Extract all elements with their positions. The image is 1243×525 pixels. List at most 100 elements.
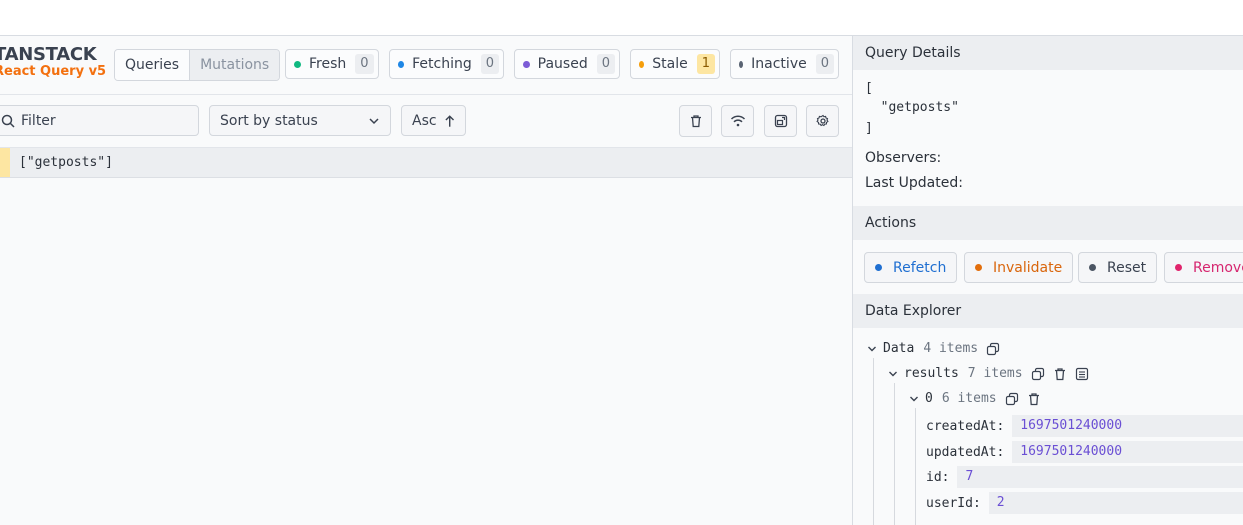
open-in-pip-button[interactable]	[764, 105, 797, 137]
clear-cache-button[interactable]	[679, 105, 712, 137]
status-chip-fetching[interactable]: Fetching 0	[389, 49, 504, 79]
inactive-dot-icon	[739, 60, 744, 68]
fresh-dot-icon	[294, 60, 301, 68]
chevron-down-icon	[910, 396, 918, 401]
remove-dot-icon	[1175, 264, 1182, 271]
tree-guide-line	[873, 358, 874, 525]
picture-in-picture-icon	[774, 114, 787, 128]
gear-icon	[815, 114, 829, 127]
chevron-down-icon	[369, 117, 379, 124]
fetching-dot-icon	[398, 60, 405, 68]
explorer-node-data[interactable]: Data 4 items	[867, 341, 1000, 356]
chevron-down-icon	[868, 346, 876, 351]
field-key: userId:	[926, 495, 981, 511]
data-explorer-header: Data Explorer	[853, 294, 1243, 328]
chip-count: 0	[815, 54, 834, 74]
node-count: 4 items	[923, 341, 979, 356]
field-userid: userId: 2	[926, 491, 1243, 515]
remove-label: Remove	[1193, 259, 1243, 276]
field-value[interactable]: 7	[957, 466, 1243, 488]
chip-label: Fetching	[412, 56, 472, 72]
invalidate-dot-icon	[975, 264, 982, 271]
reset-label: Reset	[1107, 259, 1147, 276]
paused-dot-icon	[523, 60, 530, 68]
field-updatedat: updatedAt: 1697501240000	[926, 440, 1243, 464]
trash-icon[interactable]	[1053, 367, 1067, 381]
remove-button[interactable]: Remove	[1164, 252, 1243, 283]
logo-line2: React Query v5	[0, 64, 107, 79]
tree-guide-line	[894, 383, 895, 525]
query-row[interactable]: ["getposts"]	[0, 148, 852, 178]
query-details-panel: Query Details [ "getposts" ] Observers: …	[853, 36, 1243, 525]
stale-dot-icon	[639, 60, 645, 68]
mock-offline-button[interactable]	[721, 105, 754, 137]
status-chip-fresh[interactable]: Fresh 0	[285, 49, 379, 79]
field-key: createdAt:	[926, 418, 1005, 434]
query-devtools-panel: TANSTACK React Query v5 Queries Mutation…	[0, 35, 1243, 525]
devtools-header: TANSTACK React Query v5 Queries Mutation…	[0, 36, 852, 95]
chip-label: Fresh	[309, 56, 347, 72]
node-label: Data	[883, 341, 915, 356]
field-key: updatedAt:	[926, 444, 1005, 460]
observers-label: Observers:	[865, 150, 942, 166]
copy-icon[interactable]	[986, 342, 1000, 356]
detail-key-line1: [	[865, 81, 873, 96]
field-createdat: createdAt: 1697501240000	[926, 414, 1243, 438]
filter-placeholder: Filter	[21, 112, 56, 129]
filter-input[interactable]: Filter	[0, 105, 199, 136]
tanstack-logo[interactable]: TANSTACK React Query v5	[0, 46, 106, 80]
node-count: 6 items	[941, 391, 997, 406]
status-chip-stale[interactable]: Stale 1	[630, 49, 720, 79]
query-key: ["getposts"]	[19, 155, 113, 170]
status-chip-paused[interactable]: Paused 0	[514, 49, 620, 79]
detail-key-line3: ]	[865, 121, 873, 136]
sort-select[interactable]: Sort by status	[209, 105, 391, 136]
chip-count: 1	[696, 54, 715, 74]
wifi-icon	[730, 115, 745, 127]
chevron-down-icon	[889, 371, 897, 376]
field-value[interactable]: 2	[988, 492, 1243, 514]
trash-icon	[690, 115, 701, 128]
invalidate-label: Invalidate	[993, 259, 1063, 276]
trash-icon[interactable]	[1027, 392, 1041, 406]
explorer-node-results[interactable]: results 7 items	[888, 366, 1089, 381]
field-key: id:	[926, 469, 950, 485]
chip-label: Paused	[537, 56, 588, 72]
logo-line1: TANSTACK	[0, 44, 97, 65]
chip-label: Stale	[652, 56, 688, 72]
node-count: 7 items	[967, 366, 1023, 381]
chip-count: 0	[480, 54, 499, 74]
reset-button[interactable]: Reset	[1078, 252, 1158, 283]
refetch-dot-icon	[875, 264, 882, 271]
chip-count: 0	[596, 54, 615, 74]
tab-mutations[interactable]: Mutations	[189, 50, 280, 80]
copy-icon[interactable]	[1031, 367, 1045, 381]
query-toolbar: Filter Sort by status Asc	[0, 95, 852, 148]
sort-order-button[interactable]: Asc	[401, 105, 466, 136]
field-value[interactable]: 1697501240000	[1012, 441, 1243, 463]
refetch-button[interactable]: Refetch	[864, 252, 958, 283]
list-icon[interactable]	[1075, 367, 1089, 381]
last-updated-label: Last Updated:	[865, 175, 963, 191]
chip-label: Inactive	[751, 56, 807, 72]
invalidate-button[interactable]: Invalidate	[964, 252, 1074, 283]
detail-key-line2: "getposts"	[865, 100, 959, 115]
node-label: 0	[925, 391, 933, 406]
field-value[interactable]: 1697501240000	[1012, 415, 1243, 437]
arrow-up-icon	[444, 114, 454, 127]
actions-header: Actions	[853, 206, 1243, 240]
settings-button[interactable]	[806, 105, 839, 137]
chip-count: 0	[355, 54, 374, 74]
refetch-label: Refetch	[893, 259, 947, 276]
explorer-node-item-0[interactable]: 0 6 items	[909, 391, 1041, 406]
copy-icon[interactable]	[1005, 392, 1019, 406]
status-chip-inactive[interactable]: Inactive 0	[730, 49, 839, 79]
search-icon	[1, 114, 15, 128]
view-toggle: Queries Mutations	[114, 49, 281, 81]
tree-guide-line	[915, 408, 916, 525]
reset-dot-icon	[1089, 264, 1096, 271]
query-details-header: Query Details	[853, 36, 1243, 70]
node-label: results	[904, 366, 959, 381]
tab-queries[interactable]: Queries	[115, 50, 190, 80]
sort-value: Sort by status	[220, 112, 318, 129]
